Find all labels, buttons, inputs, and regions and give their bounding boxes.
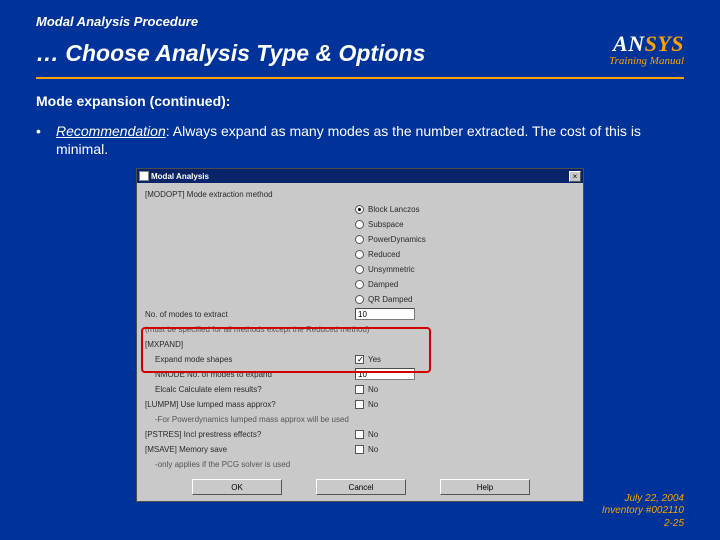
footer-inventory: Inventory #002110	[602, 505, 684, 518]
method-label-2: PowerDynamics	[368, 235, 426, 244]
expand-yes: Yes	[368, 355, 381, 364]
dialog-titlebar: Modal Analysis ×	[137, 169, 583, 183]
nmodes-label: No. of modes to extract	[145, 310, 355, 319]
expand-checkbox[interactable]	[355, 355, 364, 364]
logo-part-an: AN	[613, 31, 645, 56]
radio-qr-damped[interactable]	[355, 295, 364, 304]
mxpand-header: [MXPAND]	[145, 340, 355, 349]
dialog-title: Modal Analysis	[151, 172, 209, 181]
bullet-lead: Recommendation	[56, 123, 166, 139]
lumpm-no: No	[368, 400, 378, 409]
pstres-no: No	[368, 430, 378, 439]
footer-page: 2-25	[602, 518, 684, 531]
slide-footer: July 22, 2004 Inventory #002110 2-25	[602, 493, 684, 531]
nmodes-note: (must be specified for all methods excep…	[145, 325, 577, 334]
pstres-checkbox[interactable]	[355, 430, 364, 439]
section-subhead: Mode expansion (continued):	[36, 93, 684, 109]
slide-body: Mode expansion (continued): • Recommenda…	[0, 79, 720, 502]
nmodes-input[interactable]: 10	[355, 308, 415, 320]
nmode-expand-label: NMODE No. of modes to expand	[145, 370, 355, 379]
elcalc-label: Elcalc Calculate elem results?	[145, 385, 355, 394]
method-label-3: Reduced	[368, 250, 400, 259]
cancel-button[interactable]: Cancel	[316, 479, 406, 495]
help-button[interactable]: Help	[440, 479, 530, 495]
slide-header: Modal Analysis Procedure … Choose Analys…	[0, 0, 720, 71]
radio-reduced[interactable]	[355, 250, 364, 259]
lumpm-label: [LUMPM] Use lumped mass approx?	[145, 400, 355, 409]
bullet-text: Recommendation: Always expand as many mo…	[56, 123, 684, 158]
radio-unsymmetric[interactable]	[355, 265, 364, 274]
method-label-1: Subspace	[368, 220, 404, 229]
elcalc-checkbox[interactable]	[355, 385, 364, 394]
app-icon	[139, 171, 149, 181]
modopt-heading: [MODOPT] Mode extraction method	[145, 190, 355, 199]
radio-block-lanczos[interactable]	[355, 205, 364, 214]
supertitle: Modal Analysis Procedure	[36, 14, 684, 29]
elcalc-no: No	[368, 385, 378, 394]
ansys-logo: ANSYS	[609, 31, 684, 57]
memory-note: -only applies if the PCG solver is used	[145, 460, 577, 469]
radio-damped[interactable]	[355, 280, 364, 289]
logo-area: ANSYS Training Manual	[609, 31, 684, 67]
dialog-buttons: OK Cancel Help	[145, 479, 577, 495]
memory-label: [MSAVE] Memory save	[145, 445, 355, 454]
radio-powerdynamics[interactable]	[355, 235, 364, 244]
dialog-wrap: Modal Analysis × [MODOPT] Mode extractio…	[36, 168, 684, 502]
expand-label: Expand mode shapes	[145, 355, 355, 364]
logo-part-sys: SYS	[645, 31, 684, 56]
bullet-item: • Recommendation: Always expand as many …	[36, 123, 684, 158]
footer-date: July 22, 2004	[602, 493, 684, 506]
method-label-4: Unsymmetric	[368, 265, 415, 274]
title-row: … Choose Analysis Type & Options ANSYS T…	[36, 31, 684, 67]
close-button[interactable]: ×	[569, 171, 581, 182]
pstres-label: [PSTRES] Incl prestress effects?	[145, 430, 355, 439]
ok-button[interactable]: OK	[192, 479, 282, 495]
method-label-0: Block Lanczos	[368, 205, 420, 214]
method-label-6: QR Damped	[368, 295, 412, 304]
memory-no: No	[368, 445, 378, 454]
method-label-5: Damped	[368, 280, 398, 289]
memory-checkbox[interactable]	[355, 445, 364, 454]
page-title: … Choose Analysis Type & Options	[36, 40, 425, 67]
lumpm-note: -For Powerdynamics lumped mass approx wi…	[145, 415, 577, 424]
radio-subspace[interactable]	[355, 220, 364, 229]
bullet-mark: •	[36, 123, 56, 158]
lumpm-checkbox[interactable]	[355, 400, 364, 409]
modal-analysis-dialog: Modal Analysis × [MODOPT] Mode extractio…	[136, 168, 584, 502]
nmode-expand-input[interactable]: 10	[355, 368, 415, 380]
dialog-body: [MODOPT] Mode extraction method Block La…	[137, 183, 583, 501]
training-manual-label: Training Manual	[609, 55, 684, 67]
